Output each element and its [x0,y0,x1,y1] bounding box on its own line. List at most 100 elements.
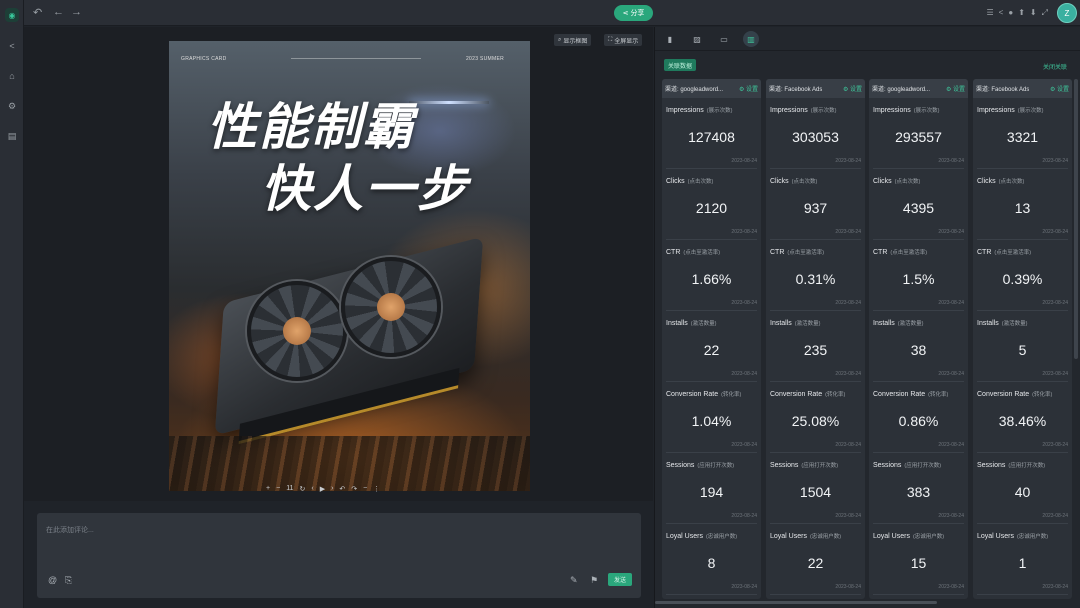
vertical-scrollbar[interactable] [1074,79,1078,359]
metric-card: Sessions (应用打开次数) 383 2023-08-24 [873,453,964,524]
metric-label: Clicks (点击次数) [977,178,1025,185]
metric-label: Loyal Users (忠诚用户数) [873,533,945,540]
metric-card: Impressions (展示次数) 303053 2023-08-24 [770,98,861,169]
more-icon[interactable]: ⋮ [373,485,380,493]
prev-icon[interactable]: ‹ [311,485,313,493]
download-icon[interactable]: ⬇ [1030,8,1037,18]
linked-data-tag[interactable]: 关联数据 [664,59,697,71]
metric-card: Loyal Users (忠诚用户数) 22 2023-08-24 [770,524,861,595]
metric-value: 8 [707,555,716,571]
tab-folder-icon[interactable]: ▭ [717,33,731,45]
show-frame-button[interactable]: ⌕ 显示框图 [554,34,592,46]
forward-arrow-icon[interactable]: → [71,6,82,18]
refresh-icon[interactable]: ↻ [299,485,305,493]
menu-icon[interactable]: ☰ [987,8,994,18]
metric-card: CTR (点击至激活率) 0.39% 2023-08-24 [977,240,1068,311]
metric-card: Conversion Rate (转化率) 25.08% 2023-08-24 [770,382,861,453]
metric-value: 1.66% [691,271,732,287]
left-rail: ◉ < ⌂ ⚙ ▤ [0,0,24,608]
upload-icon[interactable]: ⬆ [1018,8,1025,18]
fullscreen-icon[interactable]: ⤢ [1042,8,1048,18]
zoom-out-icon[interactable]: − [276,485,280,493]
marker-icon[interactable]: ⚑ [590,575,598,586]
metric-card: Installs (激活数量) 22 2023-08-24 [666,311,757,382]
metric-value: 25.08% [791,413,840,429]
fan-left [247,281,347,381]
metric-label: Installs (激活数量) [666,320,717,327]
undo-icon[interactable]: ↶ [33,6,42,19]
poster-image: GRAPHICS CARD 2023 SUMMER 性能制霸 快人一步 [169,41,530,491]
metric-card: Installs (激活数量) 235 2023-08-24 [770,311,861,382]
mention-icon[interactable]: @ [48,575,57,585]
metric-date: 2023-08-24 [835,300,861,306]
metric-value: 1 [1018,555,1027,571]
metric-card: Conversion Rate (转化率) 1.04% 2023-08-24 [666,382,757,453]
metric-card: Sessions (应用打开次数) 194 2023-08-24 [666,453,757,524]
metric-card: Impressions (展示次数) 3321 2023-08-24 [977,98,1068,169]
metric-value: 1.5% [902,271,935,287]
metric-date: 2023-08-24 [1042,158,1068,164]
metric-date: 2023-08-24 [1042,371,1068,377]
metric-label: Installs (激活数量) [770,320,821,327]
metric-date: 2023-08-24 [731,584,757,590]
back-arrow-icon[interactable]: ← [53,6,64,18]
share-icon: ⋖ [622,10,629,17]
brush-icon[interactable]: ✎ [570,575,578,586]
metric-value: 5 [1018,342,1027,358]
settings-button[interactable]: ⚙ 设置 [739,84,758,93]
metric-card: CTR (点击至激活率) 1.5% 2023-08-24 [873,240,964,311]
fullscreen-icon: ⛶ [608,36,613,43]
tab-chart-icon[interactable]: ▥ [743,31,759,47]
home-icon[interactable]: ⌂ [4,68,20,84]
metric-date: 2023-08-24 [835,584,861,590]
undo-icon[interactable]: ↶ [339,485,345,493]
share-nodes-icon[interactable]: < [4,38,20,54]
share-nodes-icon[interactable]: < [999,8,1004,18]
close-link-button[interactable]: 关闭关联 [1043,62,1067,71]
metric-label: Sessions (应用打开次数) [873,462,942,469]
metric-date: 2023-08-24 [938,442,964,448]
metric-label: CTR (点击至激活率) [666,249,721,256]
attachment-icon[interactable]: ⎘ [65,575,72,586]
bell-icon[interactable]: ● [1008,8,1013,18]
metric-value: 22 [807,555,824,571]
fullscreen-button[interactable]: ⛶ 全屏显示 [604,34,643,46]
poster-divider [291,58,421,59]
send-button[interactable]: 发送 [608,573,632,586]
settings-button[interactable]: ⚙ 设置 [1050,84,1069,93]
metric-label: Impressions (展示次数) [770,107,837,114]
tab-image-icon[interactable]: ▨ [690,33,704,45]
metric-label: Conversion Rate (转化率) [666,391,742,398]
horizontal-scrollbar[interactable] [655,601,937,604]
settings-button[interactable]: ⚙ 设置 [843,84,862,93]
metric-date: 2023-08-24 [938,371,964,377]
poster-headline-line2: 快人一步 [261,160,469,218]
channel-title: 渠道: googleadword... [872,87,931,93]
channel-column: 渠道: Facebook Ads ⚙ 设置 Impressions (展示次数) 332… [973,79,1072,599]
metric-date: 2023-08-24 [1042,513,1068,519]
metric-date: 2023-08-24 [731,371,757,377]
minus-icon[interactable]: − [363,485,367,493]
app-logo-icon[interactable]: ◉ [5,8,19,22]
comment-input[interactable]: 在此添加评论... [46,525,94,535]
metric-card: Installs (激活数量) 38 2023-08-24 [873,311,964,382]
settings-icon[interactable]: ⚙ [4,98,20,114]
tab-info-icon[interactable]: ▮ [663,33,677,45]
zoom-in-icon[interactable]: + [266,485,270,493]
metric-card: Clicks (点击次数) 2120 2023-08-24 [666,169,757,240]
stack-icon[interactable]: ▤ [4,128,20,144]
metric-card: Loyal Users (忠诚用户数) 15 2023-08-24 [873,524,964,595]
channel-title: 渠道: Facebook Ads [769,87,823,93]
avatar[interactable]: Z [1057,3,1077,23]
share-button[interactable]: ⋖ 分享 [614,5,653,21]
metric-value: 293557 [895,129,942,145]
play-icon[interactable]: ▶ [320,485,325,493]
settings-button[interactable]: ⚙ 设置 [946,84,965,93]
next-icon[interactable]: › [331,485,333,493]
comment-box[interactable]: 在此添加评论... @ ⎘ ✎ ⚑ 发送 [37,513,641,598]
metric-date: 2023-08-24 [1042,300,1068,306]
redo-icon[interactable]: ↷ [351,485,357,493]
metric-card: Conversion Rate (转化率) 38.46% 2023-08-24 [977,382,1068,453]
metric-date: 2023-08-24 [731,513,757,519]
metric-card: Loyal Users (忠诚用户数) 1 2023-08-24 [977,524,1068,595]
